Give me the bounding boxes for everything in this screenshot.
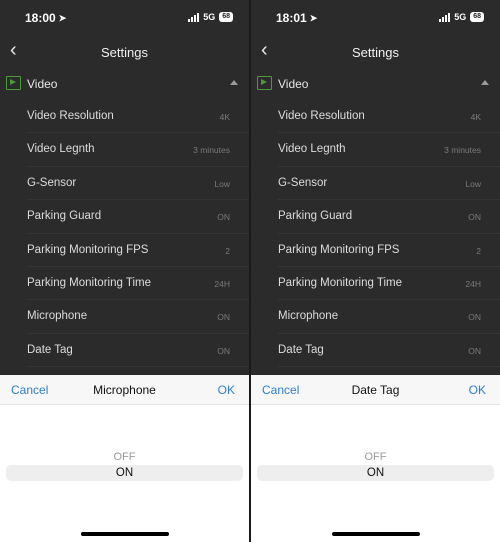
setting-label: Parking Guard <box>278 210 353 223</box>
setting-value: 24H <box>214 278 230 289</box>
cellular-signal-icon <box>188 12 200 22</box>
section-label: Video <box>27 77 58 91</box>
setting-value: 2 <box>225 245 230 256</box>
network-type: 5G <box>454 12 467 22</box>
status-indicators: 5G 68 <box>188 12 233 22</box>
picker-toolbar: Cancel Microphone OK <box>0 375 249 405</box>
option-picker[interactable]: OFF ON <box>251 405 500 525</box>
page-title: Settings <box>352 45 399 60</box>
setting-row-parking-fps[interactable]: Parking Monitoring FPS 2 <box>0 234 249 268</box>
setting-value: ON <box>468 212 481 223</box>
picker-option-on[interactable]: ON <box>251 467 500 479</box>
setting-value: ON <box>468 312 481 323</box>
setting-value: Low <box>214 178 230 189</box>
setting-row-parking-time[interactable]: Parking Monitoring Time 24H <box>0 267 249 301</box>
battery-icon: 68 <box>219 12 233 22</box>
settings-list: Video Resolution 4K Video Legnth 3 minutes… <box>251 100 500 368</box>
picker-toolbar: Cancel Date Tag OK <box>251 375 500 405</box>
setting-row-parking-guard[interactable]: Parking Guard ON <box>0 200 249 234</box>
setting-row-date-tag[interactable]: Date Tag ON <box>251 334 500 368</box>
setting-label: Video Resolution <box>27 110 114 122</box>
setting-label: G-Sensor <box>27 176 77 189</box>
setting-row-video-length[interactable]: Video Legnth 3 minutes <box>0 133 249 168</box>
setting-row-date-tag[interactable]: Date Tag ON <box>0 334 249 368</box>
section-label: Video <box>278 77 309 91</box>
battery-icon: 68 <box>470 12 484 22</box>
option-picker[interactable]: OFF ON <box>0 405 249 525</box>
caret-up-icon[interactable] <box>481 80 489 85</box>
setting-label: Parking Monitoring FPS <box>278 243 400 256</box>
setting-label: Parking Monitoring Time <box>27 276 151 289</box>
home-indicator <box>81 532 169 536</box>
nav-bar: ‹ Settings <box>0 36 249 68</box>
status-bar: 18:01 ➤ 5G 68 <box>251 0 500 36</box>
page-title: Settings <box>101 45 148 60</box>
clock: 18:01 <box>276 11 307 25</box>
picker-option-off[interactable]: OFF <box>0 451 249 463</box>
setting-value: ON <box>217 312 230 323</box>
setting-label: Parking Monitoring Time <box>278 276 402 289</box>
setting-row-microphone[interactable]: Microphone ON <box>0 300 249 335</box>
setting-row-microphone[interactable]: Microphone ON <box>251 300 500 335</box>
setting-label: Video Legnth <box>27 143 95 156</box>
setting-row-g-sensor[interactable]: G-Sensor Low <box>0 167 249 201</box>
setting-value: ON <box>217 345 230 356</box>
clock: 18:00 <box>25 11 56 25</box>
settings-panel: 18:01 ➤ 5G 68 ‹ Settings Video Video Res… <box>251 0 500 375</box>
ok-button[interactable]: OK <box>218 383 235 397</box>
nav-bar: ‹ Settings <box>251 36 500 68</box>
setting-value: ON <box>468 345 481 356</box>
picker-option-off[interactable]: OFF <box>251 451 500 463</box>
status-indicators: 5G 68 <box>439 12 484 22</box>
settings-panel: 18:00 ➤ 5G 68 ‹ Settings Video Video Res… <box>0 0 249 375</box>
picker-title: Date Tag <box>351 383 400 397</box>
caret-up-icon[interactable] <box>230 80 238 85</box>
setting-label: G-Sensor <box>278 176 328 189</box>
location-arrow-icon: ➤ <box>309 12 318 23</box>
section-header-video[interactable]: Video <box>0 70 249 98</box>
phone-screen-right: 18:01 ➤ 5G 68 ‹ Settings Video Video Res… <box>251 0 500 542</box>
setting-row-video-length[interactable]: Video Legnth 3 minutes <box>251 133 500 168</box>
setting-label: Video Legnth <box>278 143 346 156</box>
setting-value: 3 minutes <box>444 145 481 156</box>
picker-option-on[interactable]: ON <box>0 467 249 479</box>
setting-value: 2 <box>476 245 481 256</box>
phone-screen-left: 18:00 ➤ 5G 68 ‹ Settings Video Video Res… <box>0 0 249 542</box>
setting-row-parking-time[interactable]: Parking Monitoring Time 24H <box>251 267 500 301</box>
video-play-icon <box>6 76 21 90</box>
ok-button[interactable]: OK <box>469 383 486 397</box>
setting-row-video-resolution[interactable]: Video Resolution 4K <box>0 100 249 134</box>
setting-label: Parking Guard <box>27 210 102 223</box>
status-bar: 18:00 ➤ 5G 68 <box>0 0 249 36</box>
setting-row-video-resolution[interactable]: Video Resolution 4K <box>251 100 500 134</box>
setting-row-parking-guard[interactable]: Parking Guard ON <box>251 200 500 234</box>
setting-value: 4K <box>219 112 230 122</box>
video-play-icon <box>257 76 272 90</box>
status-time: 18:01 ➤ <box>276 11 317 25</box>
setting-row-g-sensor[interactable]: G-Sensor Low <box>251 167 500 201</box>
setting-value: 3 minutes <box>193 145 230 156</box>
setting-label: Microphone <box>27 310 88 323</box>
section-header-video[interactable]: Video <box>251 70 500 98</box>
setting-label: Date Tag <box>27 343 73 356</box>
setting-value: Low <box>465 178 481 189</box>
home-indicator <box>332 532 420 536</box>
setting-label: Video Resolution <box>278 110 365 122</box>
setting-row-parking-fps[interactable]: Parking Monitoring FPS 2 <box>251 234 500 268</box>
setting-label: Microphone <box>278 310 339 323</box>
setting-label: Parking Monitoring FPS <box>27 243 149 256</box>
setting-value: 24H <box>465 278 481 289</box>
settings-list: Video Resolution 4K Video Legnth 3 minutes… <box>0 100 249 368</box>
location-arrow-icon: ➤ <box>58 12 67 23</box>
picker-title: Microphone <box>93 383 156 397</box>
setting-value: 4K <box>470 112 481 122</box>
setting-value: ON <box>217 212 230 223</box>
status-time: 18:00 ➤ <box>25 11 66 25</box>
setting-label: Date Tag <box>278 343 324 356</box>
cellular-signal-icon <box>439 12 451 22</box>
network-type: 5G <box>203 12 216 22</box>
